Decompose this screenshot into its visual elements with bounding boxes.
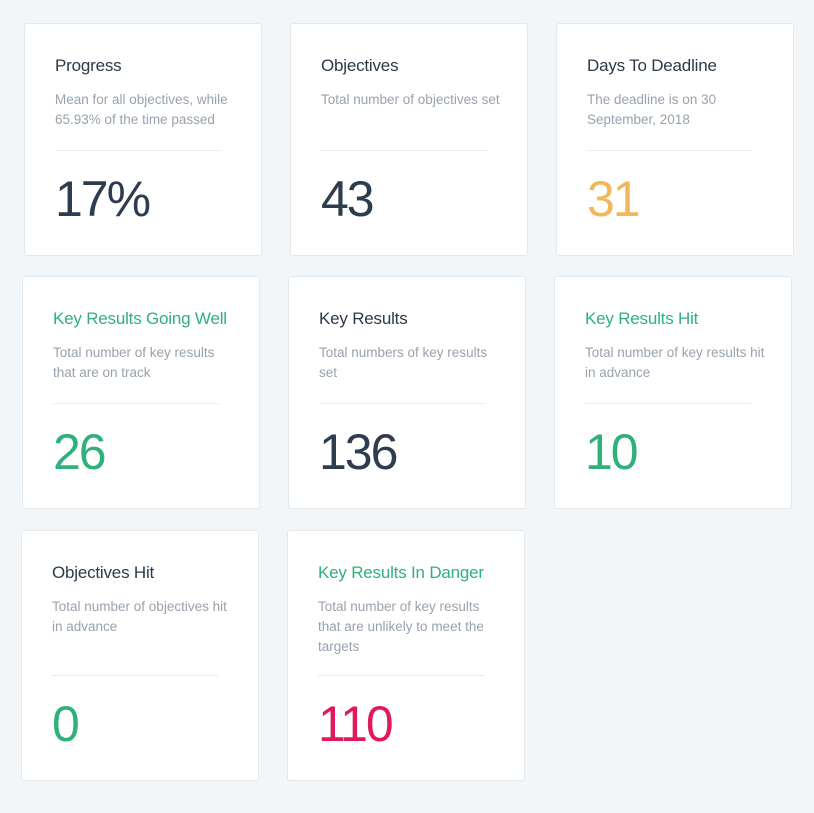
card-description: Total number of key results that are unl… <box>318 599 484 654</box>
key-results-going-well-card[interactable]: Key Results Going Well Total number of k… <box>22 276 260 509</box>
card-title: Key Results Hit <box>585 309 699 328</box>
card-description: Total number of key results hit in advan… <box>585 345 765 380</box>
card-title: Key Results <box>319 309 408 328</box>
card-value: 31 <box>587 171 641 227</box>
objectives-card[interactable]: Objectives Total number of objectives se… <box>290 23 528 256</box>
card-value: 43 <box>321 171 375 227</box>
card-divider <box>53 403 219 404</box>
card-divider <box>55 150 221 151</box>
card-divider <box>319 403 485 404</box>
card-divider <box>318 675 484 676</box>
card-divider <box>321 150 487 151</box>
key-results-hit-card[interactable]: Key Results Hit Total number of key resu… <box>554 276 792 509</box>
card-description: Mean for all objectives, while 65.93% of… <box>55 92 228 127</box>
card-description: Total number of objectives set <box>321 92 500 107</box>
card-title: Progress <box>55 56 122 75</box>
card-value: 10 <box>585 424 639 480</box>
card-description: The deadline is on 30 September, 2018 <box>587 92 717 127</box>
card-value: 110 <box>318 696 394 752</box>
card-divider <box>585 403 751 404</box>
card-divider <box>587 150 753 151</box>
card-description: Total number of objectives hit in advanc… <box>52 599 227 634</box>
card-value: 26 <box>53 424 107 480</box>
objectives-hit-card[interactable]: Objectives Hit Total number of objective… <box>21 530 259 781</box>
card-description: Total numbers of key results set <box>319 345 488 380</box>
card-title: Key Results Going Well <box>53 309 227 328</box>
card-description: Total number of key results that are on … <box>53 345 215 380</box>
key-results-card[interactable]: Key Results Total numbers of key results… <box>288 276 526 509</box>
card-title: Objectives <box>321 56 399 75</box>
card-title: Days To Deadline <box>587 56 717 75</box>
card-title: Key Results In Danger <box>318 563 484 582</box>
key-results-in-danger-card[interactable]: Key Results In Danger Total number of ke… <box>287 530 525 781</box>
card-value: 17% <box>55 171 151 227</box>
card-value: 0 <box>52 696 80 752</box>
days-to-deadline-card[interactable]: Days To Deadline The deadline is on 30 S… <box>556 23 794 256</box>
card-title: Objectives Hit <box>52 563 155 582</box>
card-divider <box>52 675 218 676</box>
card-value: 136 <box>319 424 398 480</box>
progress-card[interactable]: Progress Mean for all objectives, while … <box>24 23 262 256</box>
